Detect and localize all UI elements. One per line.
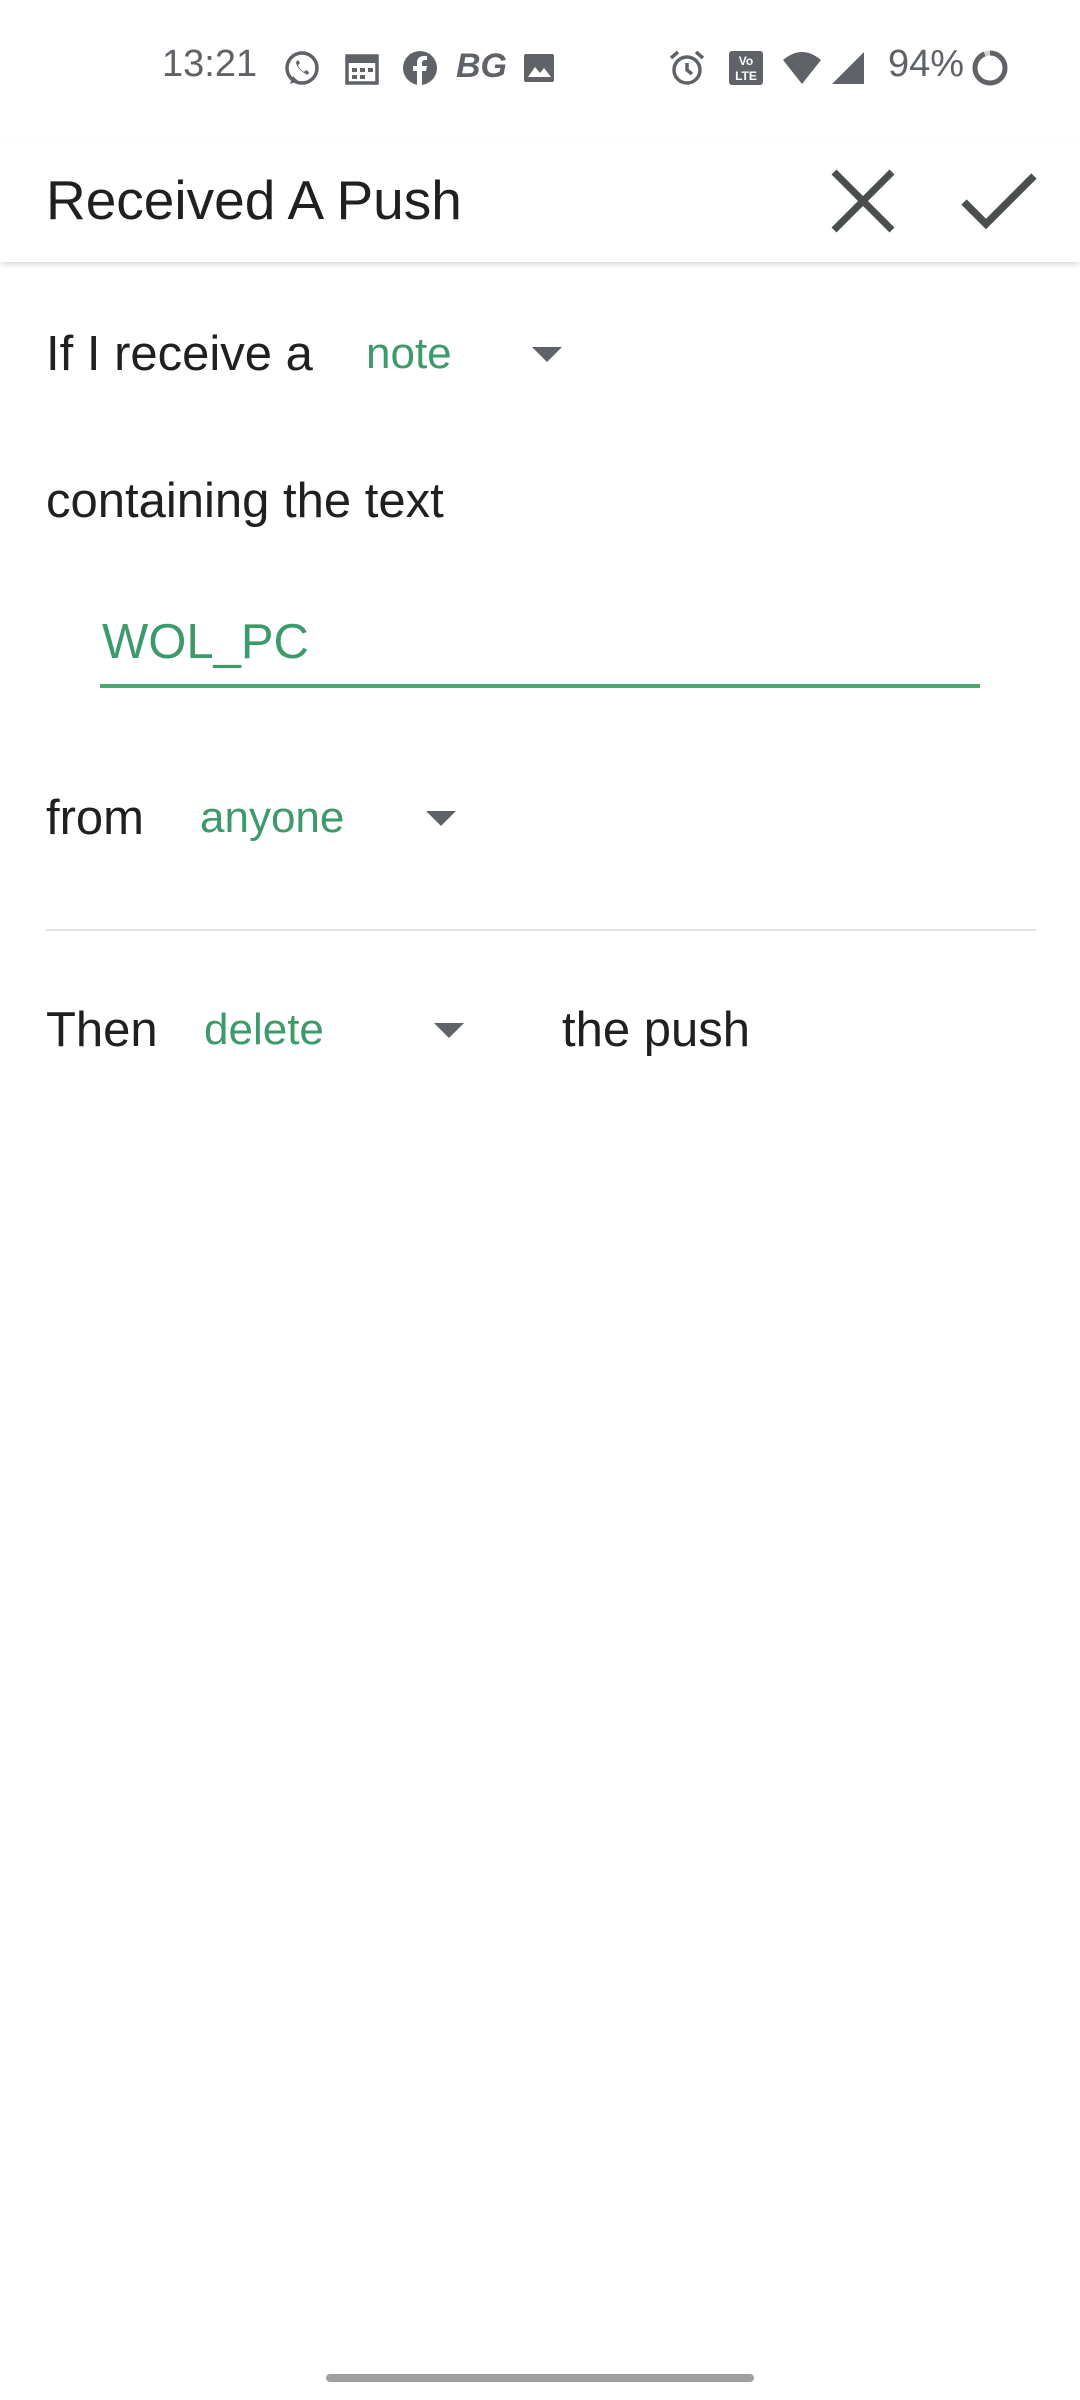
action-dropdown[interactable]: delete [204, 990, 474, 1070]
close-button[interactable] [810, 148, 916, 254]
calendar-icon [345, 54, 379, 85]
status-time: 13:21 [162, 43, 258, 85]
confirm-button[interactable] [946, 148, 1052, 254]
push-text-input[interactable]: WOL_PC [100, 600, 980, 688]
trigger-prefix-label: If I receive a [46, 327, 313, 381]
then-label: Then [46, 1003, 158, 1057]
status-bar: 13:21 BG Vo LTE 94% [0, 0, 1080, 140]
chevron-down-icon [426, 811, 456, 826]
home-indicator[interactable] [326, 2374, 754, 2382]
containing-label: containing the text [46, 474, 444, 528]
bg-icon: BG [456, 47, 507, 85]
facebook-icon [403, 51, 437, 85]
battery-ring-icon [972, 50, 1008, 86]
sender-dropdown[interactable]: anyone [200, 778, 470, 858]
chevron-down-icon [434, 1023, 464, 1038]
app-bar: Received A Push [0, 140, 1080, 262]
signal-icon [832, 52, 864, 84]
alarm-icon [669, 50, 705, 85]
close-icon [831, 169, 895, 233]
check-icon [961, 173, 1037, 230]
sender-value: anyone [200, 793, 345, 842]
action-value: delete [204, 1005, 324, 1054]
svg-text:LTE: LTE [735, 69, 757, 83]
push-type-value: note [366, 329, 452, 378]
push-type-dropdown[interactable]: note [366, 314, 576, 394]
battery-percent: 94% [888, 43, 965, 85]
wifi-icon [783, 52, 821, 84]
whatsapp-icon [285, 51, 319, 85]
volte-icon: Vo LTE [729, 51, 763, 85]
push-text-value: WOL_PC [102, 615, 309, 669]
from-label: from [46, 791, 144, 845]
section-divider [46, 929, 1036, 931]
action-suffix-label: the push [562, 1003, 750, 1057]
svg-text:Vo: Vo [739, 54, 753, 68]
chevron-down-icon [532, 347, 562, 362]
image-icon [524, 54, 554, 82]
page-title: Received A Push [46, 169, 462, 231]
